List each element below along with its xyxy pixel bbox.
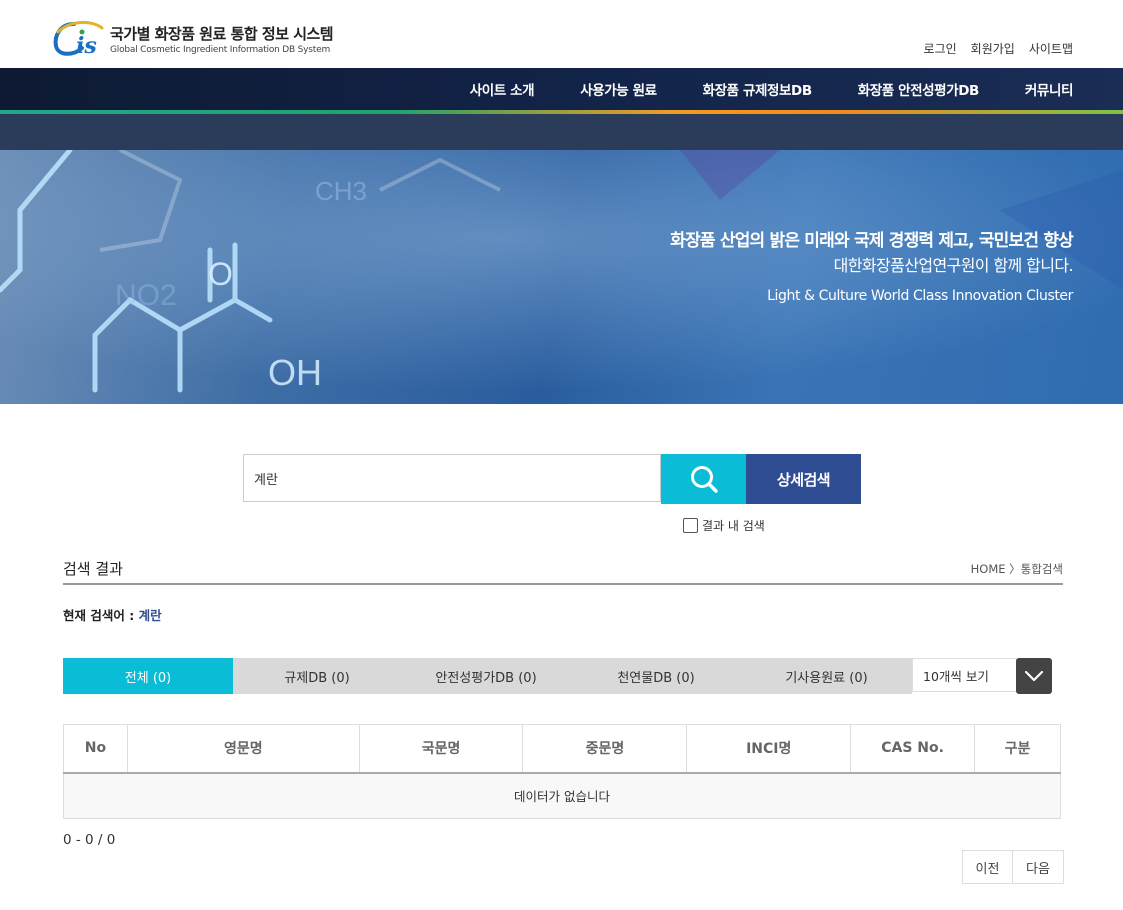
molecule-label-ch3: CH3: [315, 176, 367, 206]
site-header: is 국가별 화장품 원료 통합 정보 시스템 Global Cosmetic …: [0, 0, 1123, 68]
results-table: No 영문명 국문명 중문명 INCI명 CAS No. 구분 데이터가 없습니…: [63, 724, 1061, 819]
search-icon: [690, 466, 718, 493]
result-count: 0 - 0 / 0: [63, 832, 116, 848]
advanced-search-button[interactable]: 상세검색: [746, 454, 861, 504]
table-header-row: No 영문명 국문명 중문명 INCI명 CAS No. 구분: [63, 724, 1061, 774]
search-within-option[interactable]: 결과 내 검색: [683, 517, 765, 534]
next-page-button[interactable]: 다음: [1013, 850, 1064, 884]
empty-message: 데이터가 없습니다: [63, 772, 1061, 819]
logo-subtitle: Global Cosmetic Ingredient Information D…: [110, 45, 331, 55]
logo-title: 국가별 화장품 원료 통합 정보 시스템: [110, 25, 334, 43]
column-header-no: No: [63, 724, 128, 774]
hero-slogan: Light & Culture World Class Innovation C…: [767, 288, 1073, 304]
breadcrumb: HOME 〉통합검색: [970, 562, 1063, 576]
svg-text:is: is: [76, 33, 97, 58]
tab-all[interactable]: 전체 (0): [63, 658, 233, 694]
molecule-label-o: O: [208, 256, 233, 292]
nav-item-regulation-db[interactable]: 화장품 규제정보DB: [703, 79, 813, 99]
hero-headline: 화장품 산업의 밝은 미래와 국제 경쟁력 제고, 국민보건 향상: [670, 231, 1074, 251]
current-term-label: 현재 검색어 :: [63, 608, 139, 623]
search-button[interactable]: [661, 454, 746, 504]
chevron-down-icon: [1024, 670, 1044, 682]
nav-item-about[interactable]: 사이트 소개: [470, 79, 535, 99]
prev-page-button[interactable]: 이전: [962, 850, 1013, 884]
molecule-label-no2: NO2: [115, 279, 177, 312]
results-divider: [63, 583, 1063, 585]
column-header-inci-name: INCI명: [686, 724, 852, 774]
logo-mark-icon: is: [53, 21, 104, 58]
nav-item-safety-db[interactable]: 화장품 안전성평가DB: [858, 79, 980, 99]
nav-item-community[interactable]: 커뮤니티: [1025, 79, 1073, 99]
hero-banner: O OH CH3 NO2 화장품 산업의 밝은 미래와 국제 경쟁력 제고, 국…: [0, 150, 1123, 404]
search-within-checkbox[interactable]: [683, 518, 698, 533]
column-header-category: 구분: [974, 724, 1061, 774]
pagination: 이전 다음: [962, 850, 1064, 884]
login-link[interactable]: 로그인: [924, 40, 957, 57]
hero-subheadline: 대한화장품산업연구원이 함께 합니다.: [833, 256, 1074, 275]
column-header-cas-no: CAS No.: [850, 724, 976, 774]
tab-safety-db[interactable]: 안전성평가DB (0): [401, 658, 571, 694]
tab-used-ingredients[interactable]: 기사용원료 (0): [741, 658, 912, 694]
column-header-english-name: 영문명: [126, 724, 360, 774]
signup-link[interactable]: 회원가입: [971, 40, 1015, 57]
tab-regulation-db[interactable]: 규제DB (0): [233, 658, 401, 694]
table-row: 데이터가 없습니다: [63, 772, 1061, 819]
current-search-term: 현재 검색어 : 계란: [63, 605, 162, 624]
utility-links: 로그인 회원가입 사이트맵: [924, 40, 1073, 57]
per-page-select[interactable]: 10개씩 보기: [912, 658, 1017, 692]
sitemap-link[interactable]: 사이트맵: [1029, 40, 1073, 57]
site-logo[interactable]: is 국가별 화장품 원료 통합 정보 시스템 Global Cosmetic …: [52, 18, 342, 60]
tab-natural-db[interactable]: 천연물DB (0): [571, 658, 741, 694]
molecule-illustration: O OH CH3 NO2: [0, 150, 1123, 404]
search-input[interactable]: 계란: [243, 454, 661, 502]
molecule-label-oh: OH: [268, 352, 322, 393]
search-within-label: 결과 내 검색: [702, 519, 765, 533]
current-term-value: 계란: [138, 608, 162, 623]
column-header-chinese-name: 중문명: [522, 724, 688, 774]
results-title: 검색 결과: [63, 560, 123, 578]
nav-item-ingredients[interactable]: 사용가능 원료: [580, 79, 657, 99]
result-tabs: 전체 (0) 규제DB (0) 안전성평가DB (0) 천연물DB (0) 기사…: [63, 658, 912, 694]
per-page-dropdown-button[interactable]: [1016, 658, 1052, 694]
main-nav: 사이트 소개 사용가능 원료 화장품 규제정보DB 화장품 안전성평가DB 커뮤…: [0, 68, 1123, 114]
column-header-korean-name: 국문명: [358, 724, 524, 774]
sub-nav-bar: [0, 114, 1123, 150]
